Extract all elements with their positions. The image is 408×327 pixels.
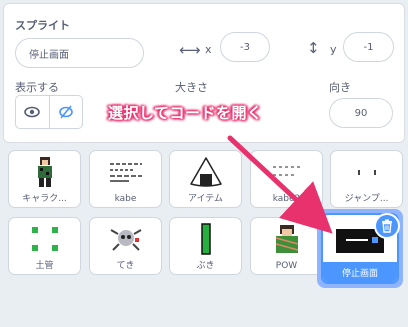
y-arrows-icon: ↕ <box>307 39 320 57</box>
sprite-tile-name: ジャンプ... <box>344 194 389 204</box>
sprite-tile-name: 土管 <box>35 261 54 271</box>
sprite-tile-name: kabe <box>114 194 137 204</box>
sprite-tile-name: ぶき <box>196 261 215 271</box>
sprite-pane: スプライト 停止画面 ⟷ x -3 ↕ y -1 表示する 大きさ 向き 90 … <box>0 0 408 327</box>
wall2-icon <box>251 155 322 189</box>
annotation-callout: 選択してコードを開く <box>108 104 263 122</box>
hide-button[interactable] <box>48 96 83 128</box>
show-label: 表示する <box>15 81 59 94</box>
sprite-tile[interactable]: てき <box>89 217 162 275</box>
trash-icon <box>382 219 392 233</box>
pipe-corners-icon <box>9 222 80 256</box>
onigiri-icon <box>170 155 241 189</box>
sprite-tile[interactable]: POW <box>250 217 323 275</box>
character-sprite-icon <box>9 155 80 189</box>
weapon-bar-icon <box>170 222 241 256</box>
sprite-tile-name: てき <box>116 261 135 271</box>
wall-lines-icon <box>90 155 161 189</box>
y-label: y <box>330 43 337 56</box>
sprite-label: スプライト <box>15 19 70 32</box>
sprite-tile[interactable]: kabe2 <box>250 150 323 208</box>
x-arrows-icon: ⟷ <box>179 41 201 59</box>
eye-hidden-icon <box>58 105 73 119</box>
sprite-tile[interactable]: 土管 <box>8 217 81 275</box>
sprite-tile[interactable]: アイテム <box>169 150 242 208</box>
enemy-icon <box>90 222 161 256</box>
sprite-tile[interactable]: kabe <box>89 150 162 208</box>
sprite-tile-name: キャラク... <box>22 194 67 204</box>
sprite-tile[interactable]: ジャンプ... <box>330 150 403 208</box>
direction-label: 向き <box>329 81 351 94</box>
sprite-tile-name: 停止画面 <box>323 262 397 282</box>
sprite-tile-name: kabe2 <box>272 194 301 204</box>
visibility-toggle <box>15 95 83 129</box>
sprite-tile-name: POW <box>275 261 298 271</box>
sprite-tile-name: アイテム <box>187 194 224 204</box>
direction-input[interactable]: 90 <box>329 98 393 128</box>
eye-icon <box>24 106 41 118</box>
delete-sprite-button[interactable] <box>374 213 400 239</box>
jump-effect-icon <box>331 155 402 189</box>
x-input[interactable]: -3 <box>220 32 270 62</box>
sprite-name-input[interactable]: 停止画面 <box>15 38 144 68</box>
show-button[interactable] <box>16 96 49 128</box>
size-label: 大きさ <box>175 81 208 94</box>
sprite-tile[interactable]: ぶき <box>169 217 242 275</box>
x-label: x <box>205 43 212 56</box>
y-input[interactable]: -1 <box>343 32 394 62</box>
sprite-tile[interactable]: キャラク... <box>8 150 81 208</box>
pow-character-icon <box>251 222 322 256</box>
